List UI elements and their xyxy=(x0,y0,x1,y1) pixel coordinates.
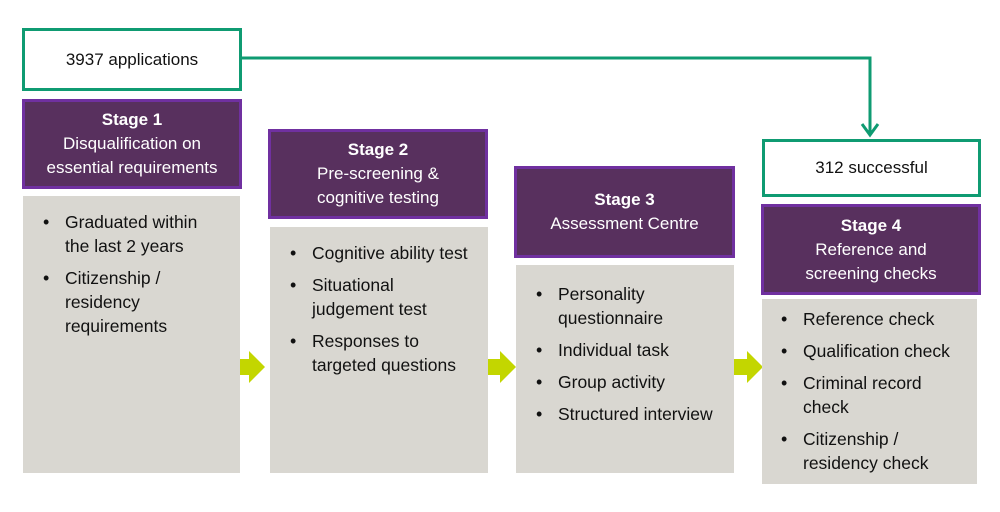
stage-title: Stage 3 xyxy=(594,190,655,209)
list-item: Cognitive ability test xyxy=(276,241,478,265)
stage-1-criteria: Graduated within the last 2 years Citize… xyxy=(23,196,240,473)
applications-label: 3937 applications xyxy=(65,49,199,69)
list-item: Graduated within the last 2 years xyxy=(29,210,226,258)
arrow-right-icon xyxy=(484,351,516,383)
stage-2-criteria: Cognitive ability test Situational judge… xyxy=(270,227,488,473)
list-item: Individual task xyxy=(522,338,724,362)
arrow-right-icon xyxy=(731,351,763,383)
stage-subtitle: essential requirements xyxy=(46,158,218,177)
stage-subtitle: Assessment Centre xyxy=(550,214,699,233)
stage-subtitle: screening checks xyxy=(805,263,937,283)
list-item: Criminal record check xyxy=(767,371,971,419)
successful-box: 312 successful xyxy=(762,139,981,197)
applications-to-successful-line xyxy=(240,56,872,134)
stage-subtitle: Pre-screening & xyxy=(317,164,439,183)
list-item: Qualification check xyxy=(767,339,971,363)
stage-3-criteria: Personality questionnaire Individual tas… xyxy=(516,265,734,473)
stage-1-header: Stage 1 Disqualification on essential re… xyxy=(22,99,242,189)
list-item: Structured interview xyxy=(522,402,724,426)
stage-4-criteria: Reference check Qualification check Crim… xyxy=(762,299,977,484)
list-item: Reference check xyxy=(767,307,971,331)
stage-subtitle: Disqualification on xyxy=(63,134,201,153)
applications-box: 3937 applications xyxy=(22,28,242,91)
stage-title: Stage 4 xyxy=(840,215,902,235)
list-item: Citizenship / residency requirements xyxy=(29,266,226,338)
list-item: Group activity xyxy=(522,370,724,394)
stage-title: Stage 1 xyxy=(101,110,163,129)
stage-title: Stage 2 xyxy=(347,140,409,159)
list-item: Citizenship / residency check xyxy=(767,427,971,475)
stage-subtitle: Reference and xyxy=(815,239,927,259)
successful-label: 312 successful xyxy=(815,158,928,177)
stage-2-header: Stage 2 Pre-screening & cognitive testin… xyxy=(268,129,488,219)
list-item: Personality questionnaire xyxy=(522,282,724,330)
list-item: Responses to targeted questions xyxy=(276,329,478,377)
list-item: Situational judgement test xyxy=(276,273,478,321)
stage-3-header: Stage 3 Assessment Centre xyxy=(514,166,735,258)
stage-subtitle: cognitive testing xyxy=(317,188,439,207)
stage-4-header: Stage 4 Reference and screening checks xyxy=(761,204,981,295)
